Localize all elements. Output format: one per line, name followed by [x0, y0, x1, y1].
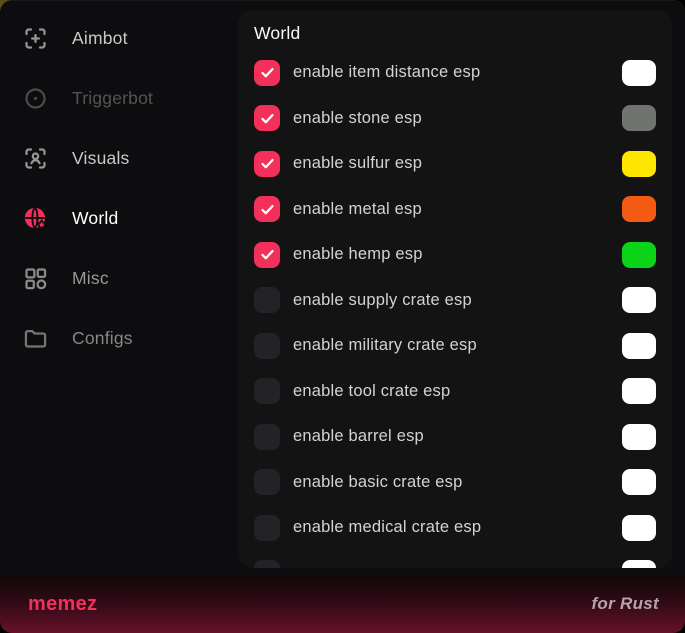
esp-color-swatch[interactable] — [622, 515, 656, 541]
esp-checkbox[interactable] — [254, 424, 280, 450]
esp-option-row: enable sulfur esp — [254, 141, 656, 187]
esp-checkbox[interactable] — [254, 333, 280, 359]
esp-option-label: enable tool crate esp — [293, 382, 622, 401]
esp-option-row: enable basic crate esp — [254, 460, 656, 506]
app-window: Aimbot Triggerbot Visuals World Misc Con… — [0, 0, 685, 633]
sidebar-nav: Aimbot Triggerbot Visuals World Misc Con… — [0, 0, 238, 575]
sidebar-item-misc[interactable]: Misc — [0, 248, 238, 308]
globe-icon — [22, 205, 49, 232]
esp-option-row: enable medical crate esp — [254, 505, 656, 551]
esp-checkbox[interactable] — [254, 242, 280, 268]
esp-color-swatch[interactable] — [622, 424, 656, 450]
esp-checkbox[interactable] — [254, 196, 280, 222]
esp-color-swatch[interactable] — [622, 151, 656, 177]
esp-option-label: enable barrel esp — [293, 427, 622, 446]
esp-option-label: enable metal esp — [293, 200, 622, 219]
esp-option-label: enable military crate esp — [293, 336, 622, 355]
esp-option-row: enable military crate esp — [254, 323, 656, 369]
sidebar-item-triggerbot[interactable]: Triggerbot — [0, 68, 238, 128]
person-scan-icon — [22, 145, 49, 172]
folder-icon — [22, 325, 49, 352]
esp-option-row: enable metal esp — [254, 187, 656, 233]
esp-option-row — [254, 551, 656, 569]
brand-tagline: for Rust — [591, 594, 659, 614]
cheat-menu-window: Aimbot Triggerbot Visuals World Misc Con… — [0, 0, 685, 633]
esp-color-swatch[interactable] — [622, 60, 656, 86]
esp-option-label: enable basic crate esp — [293, 473, 622, 492]
esp-checkbox[interactable] — [254, 469, 280, 495]
esp-option-row: enable hemp esp — [254, 232, 656, 278]
esp-checkbox[interactable] — [254, 151, 280, 177]
esp-color-swatch[interactable] — [622, 196, 656, 222]
esp-checkbox[interactable] — [254, 560, 280, 568]
esp-checkbox[interactable] — [254, 515, 280, 541]
esp-option-label: enable hemp esp — [293, 245, 622, 264]
esp-option-row: enable item distance esp — [254, 50, 656, 96]
esp-option-label: enable sulfur esp — [293, 154, 622, 173]
esp-color-swatch[interactable] — [622, 105, 656, 131]
esp-option-row: enable supply crate esp — [254, 278, 656, 324]
target-circle-icon — [22, 85, 49, 112]
esp-option-row: enable stone esp — [254, 96, 656, 142]
esp-checkbox[interactable] — [254, 287, 280, 313]
esp-option-label: enable stone esp — [293, 109, 622, 128]
esp-option-row: enable tool crate esp — [254, 369, 656, 415]
esp-option-label: enable supply crate esp — [293, 291, 622, 310]
panel-title: World — [254, 20, 656, 50]
world-settings-panel: World enable item distance esp enable st… — [238, 10, 672, 568]
esp-checkbox[interactable] — [254, 60, 280, 86]
esp-checkbox[interactable] — [254, 378, 280, 404]
esp-color-swatch[interactable] — [622, 560, 656, 568]
esp-option-label: enable item distance esp — [293, 63, 622, 82]
esp-color-swatch[interactable] — [622, 333, 656, 359]
esp-color-swatch[interactable] — [622, 242, 656, 268]
brand-name: memez — [28, 593, 97, 616]
esp-option-label: enable medical crate esp — [293, 518, 622, 537]
esp-color-swatch[interactable] — [622, 469, 656, 495]
footer-bar: memez for Rust — [0, 575, 685, 633]
sidebar-item-aimbot[interactable]: Aimbot — [0, 8, 238, 68]
esp-option-row: enable barrel esp — [254, 414, 656, 460]
esp-color-swatch[interactable] — [622, 378, 656, 404]
sidebar-item-configs[interactable]: Configs — [0, 308, 238, 368]
esp-checkbox[interactable] — [254, 105, 280, 131]
esp-options-list: enable item distance esp enable stone es… — [254, 50, 656, 568]
sidebar-item-world[interactable]: World — [0, 188, 238, 248]
crosshair-scan-icon — [22, 25, 49, 52]
esp-color-swatch[interactable] — [622, 287, 656, 313]
grid-shapes-icon — [22, 265, 49, 292]
sidebar-item-visuals[interactable]: Visuals — [0, 128, 238, 188]
